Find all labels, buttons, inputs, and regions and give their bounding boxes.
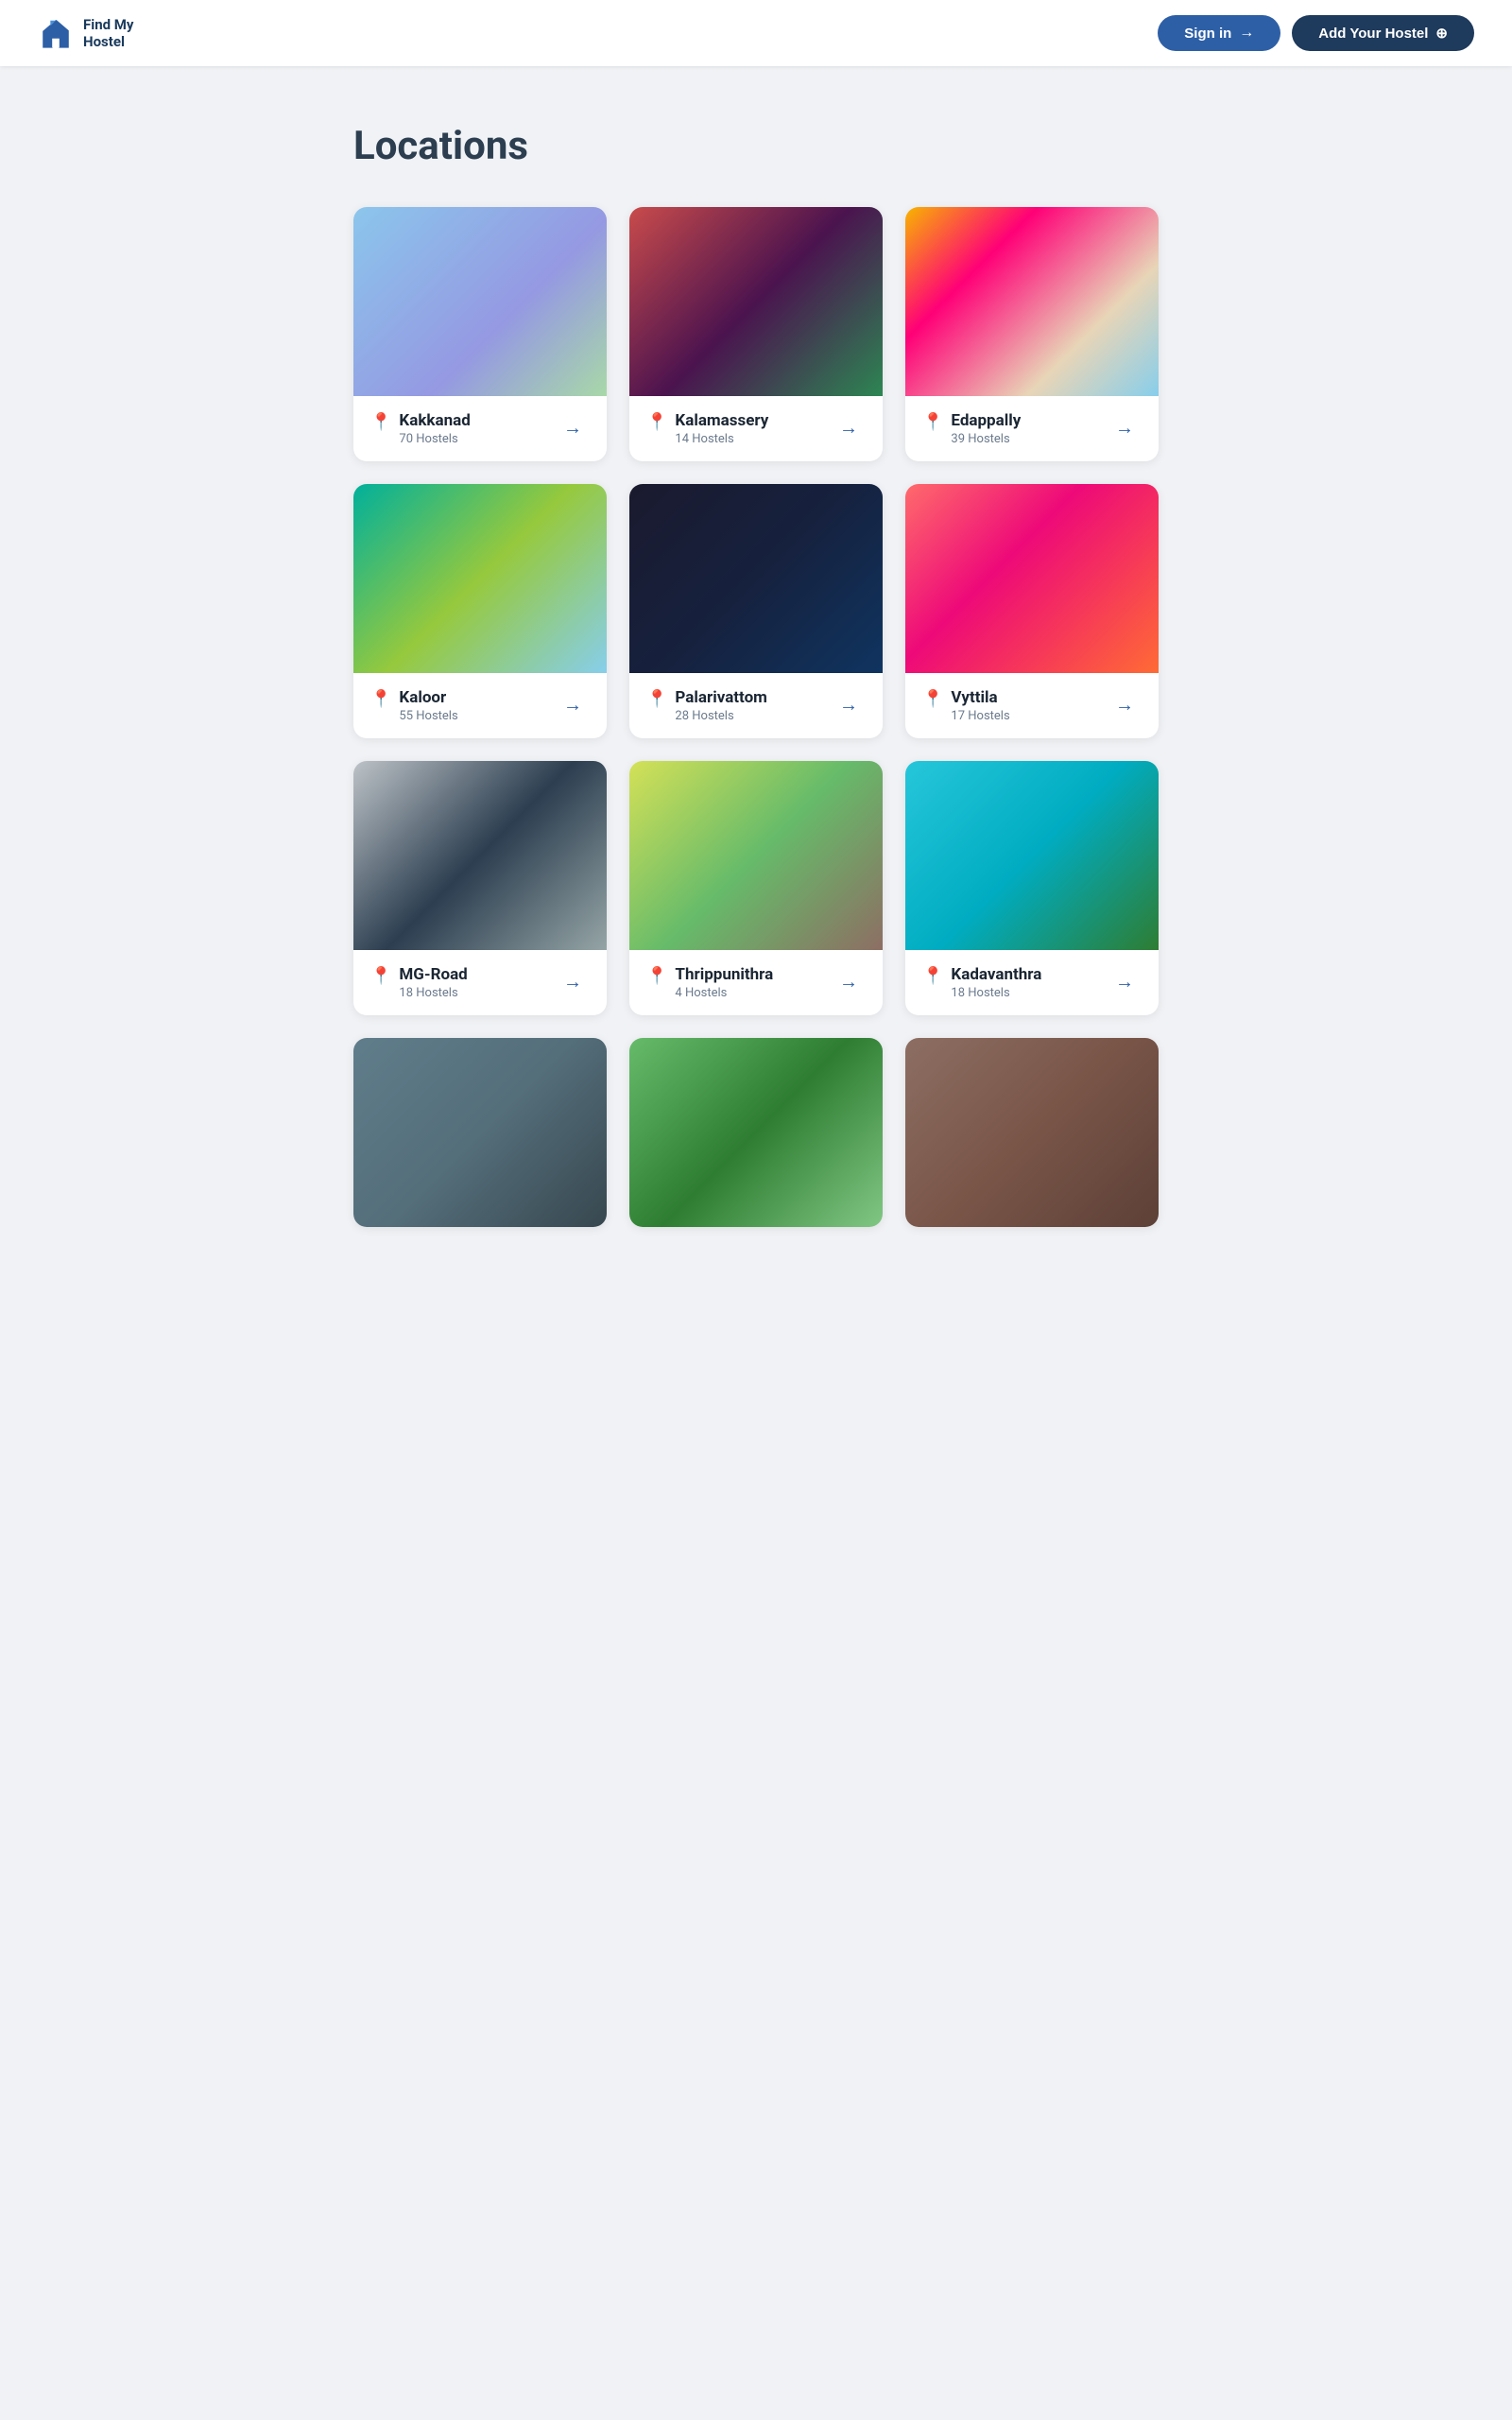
logo-text: Find My Hostel [83,16,133,50]
location-card-row4-3[interactable] [905,1038,1159,1227]
location-name-block: 📍 Palarivattom 28 Hostels [646,688,767,723]
location-name-block: 📍 Kaloor 55 Hostels [370,688,458,723]
site-header: Find My Hostel Sign in → Add Your Hostel… [0,0,1512,66]
location-name: Kaloor [399,688,457,707]
pin-icon: 📍 [370,412,391,432]
location-arrow-button[interactable]: → [556,691,590,720]
location-name: Thrippunithra [675,965,773,984]
location-name: Edappally [951,411,1021,430]
add-hostel-label: Add Your Hostel [1318,26,1428,42]
location-card-kalamassery[interactable]: 📍 Kalamassery 14 Hostels → [629,207,883,461]
pin-icon: 📍 [646,966,667,986]
pin-icon: 📍 [922,412,943,432]
location-arrow-button[interactable]: → [832,414,866,443]
location-image-mg-road [353,761,607,950]
pin-icon: 📍 [646,689,667,709]
add-hostel-icon: ⊕ [1435,25,1448,42]
location-info-kaloor: 📍 Kaloor 55 Hostels → [353,673,607,738]
location-image-kalamassery [629,207,883,396]
location-arrow-button[interactable]: → [556,414,590,443]
pin-icon: 📍 [646,412,667,432]
location-image-palarivattom [629,484,883,673]
add-hostel-button[interactable]: Add Your Hostel ⊕ [1292,15,1474,51]
hostel-count: 28 Hostels [675,709,766,723]
header-actions: Sign in → Add Your Hostel ⊕ [1158,15,1474,51]
hostel-count: 4 Hostels [675,986,773,1000]
location-image-kakkanad [353,207,607,396]
location-name-block: 📍 Kakkanad 70 Hostels [370,411,471,446]
location-name: Kakkanad [399,411,470,430]
location-info-mg-road: 📍 MG-Road 18 Hostels → [353,950,607,1015]
location-info-kakkanad: 📍 Kakkanad 70 Hostels → [353,396,607,461]
location-arrow-button[interactable]: → [832,691,866,720]
signin-button[interactable]: Sign in → [1158,15,1280,51]
location-arrow-button[interactable]: → [1108,968,1142,997]
location-image-row4-3 [905,1038,1159,1227]
location-info-palarivattom: 📍 Palarivattom 28 Hostels → [629,673,883,738]
hostel-count: 39 Hostels [951,432,1021,446]
logo[interactable]: Find My Hostel [38,15,133,51]
location-name-block: 📍 Edappally 39 Hostels [922,411,1021,446]
page-title: Locations [353,123,1159,169]
location-image-kadavanthra [905,761,1159,950]
location-arrow-button[interactable]: → [1108,691,1142,720]
location-card-kakkanad[interactable]: 📍 Kakkanad 70 Hostels → [353,207,607,461]
signin-label: Sign in [1184,26,1231,42]
location-name: Vyttila [951,688,1009,707]
logo-icon [38,15,74,51]
location-card-row4-2[interactable] [629,1038,883,1227]
location-card-mg-road[interactable]: 📍 MG-Road 18 Hostels → [353,761,607,1015]
location-image-row4-2 [629,1038,883,1227]
pin-icon: 📍 [370,689,391,709]
hostel-count: 17 Hostels [951,709,1009,723]
signin-arrow-icon: → [1239,25,1254,42]
main-content: Locations 📍 Kakkanad 70 Hostels → 📍 Kala… [331,66,1181,1284]
locations-grid: 📍 Kakkanad 70 Hostels → 📍 Kalamassery 14… [353,207,1159,1227]
location-name: Kadavanthra [951,965,1041,984]
location-arrow-button[interactable]: → [832,968,866,997]
pin-icon: 📍 [922,966,943,986]
location-card-row4-1[interactable] [353,1038,607,1227]
location-name: Kalamassery [675,411,768,430]
location-name-block: 📍 Vyttila 17 Hostels [922,688,1010,723]
location-card-kadavanthra[interactable]: 📍 Kadavanthra 18 Hostels → [905,761,1159,1015]
location-image-kaloor [353,484,607,673]
location-name-block: 📍 Thrippunithra 4 Hostels [646,965,773,1000]
hostel-count: 14 Hostels [675,432,768,446]
location-arrow-button[interactable]: → [1108,414,1142,443]
location-name-block: 📍 Kalamassery 14 Hostels [646,411,768,446]
location-image-edappally [905,207,1159,396]
location-card-edappally[interactable]: 📍 Edappally 39 Hostels → [905,207,1159,461]
hostel-count: 70 Hostels [399,432,470,446]
location-card-thrippunithra[interactable]: 📍 Thrippunithra 4 Hostels → [629,761,883,1015]
location-info-edappally: 📍 Edappally 39 Hostels → [905,396,1159,461]
location-name-block: 📍 MG-Road 18 Hostels [370,965,468,1000]
location-card-vyttila[interactable]: 📍 Vyttila 17 Hostels → [905,484,1159,738]
location-name: Palarivattom [675,688,766,707]
location-name-block: 📍 Kadavanthra 18 Hostels [922,965,1041,1000]
hostel-count: 55 Hostels [399,709,457,723]
location-image-thrippunithra [629,761,883,950]
location-card-palarivattom[interactable]: 📍 Palarivattom 28 Hostels → [629,484,883,738]
hostel-count: 18 Hostels [951,986,1041,1000]
location-info-thrippunithra: 📍 Thrippunithra 4 Hostels → [629,950,883,1015]
location-info-vyttila: 📍 Vyttila 17 Hostels → [905,673,1159,738]
location-image-row4-1 [353,1038,607,1227]
location-image-vyttila [905,484,1159,673]
pin-icon: 📍 [922,689,943,709]
location-card-kaloor[interactable]: 📍 Kaloor 55 Hostels → [353,484,607,738]
location-info-kalamassery: 📍 Kalamassery 14 Hostels → [629,396,883,461]
pin-icon: 📍 [370,966,391,986]
location-name: MG-Road [399,965,467,984]
location-info-kadavanthra: 📍 Kadavanthra 18 Hostels → [905,950,1159,1015]
hostel-count: 18 Hostels [399,986,467,1000]
location-arrow-button[interactable]: → [556,968,590,997]
